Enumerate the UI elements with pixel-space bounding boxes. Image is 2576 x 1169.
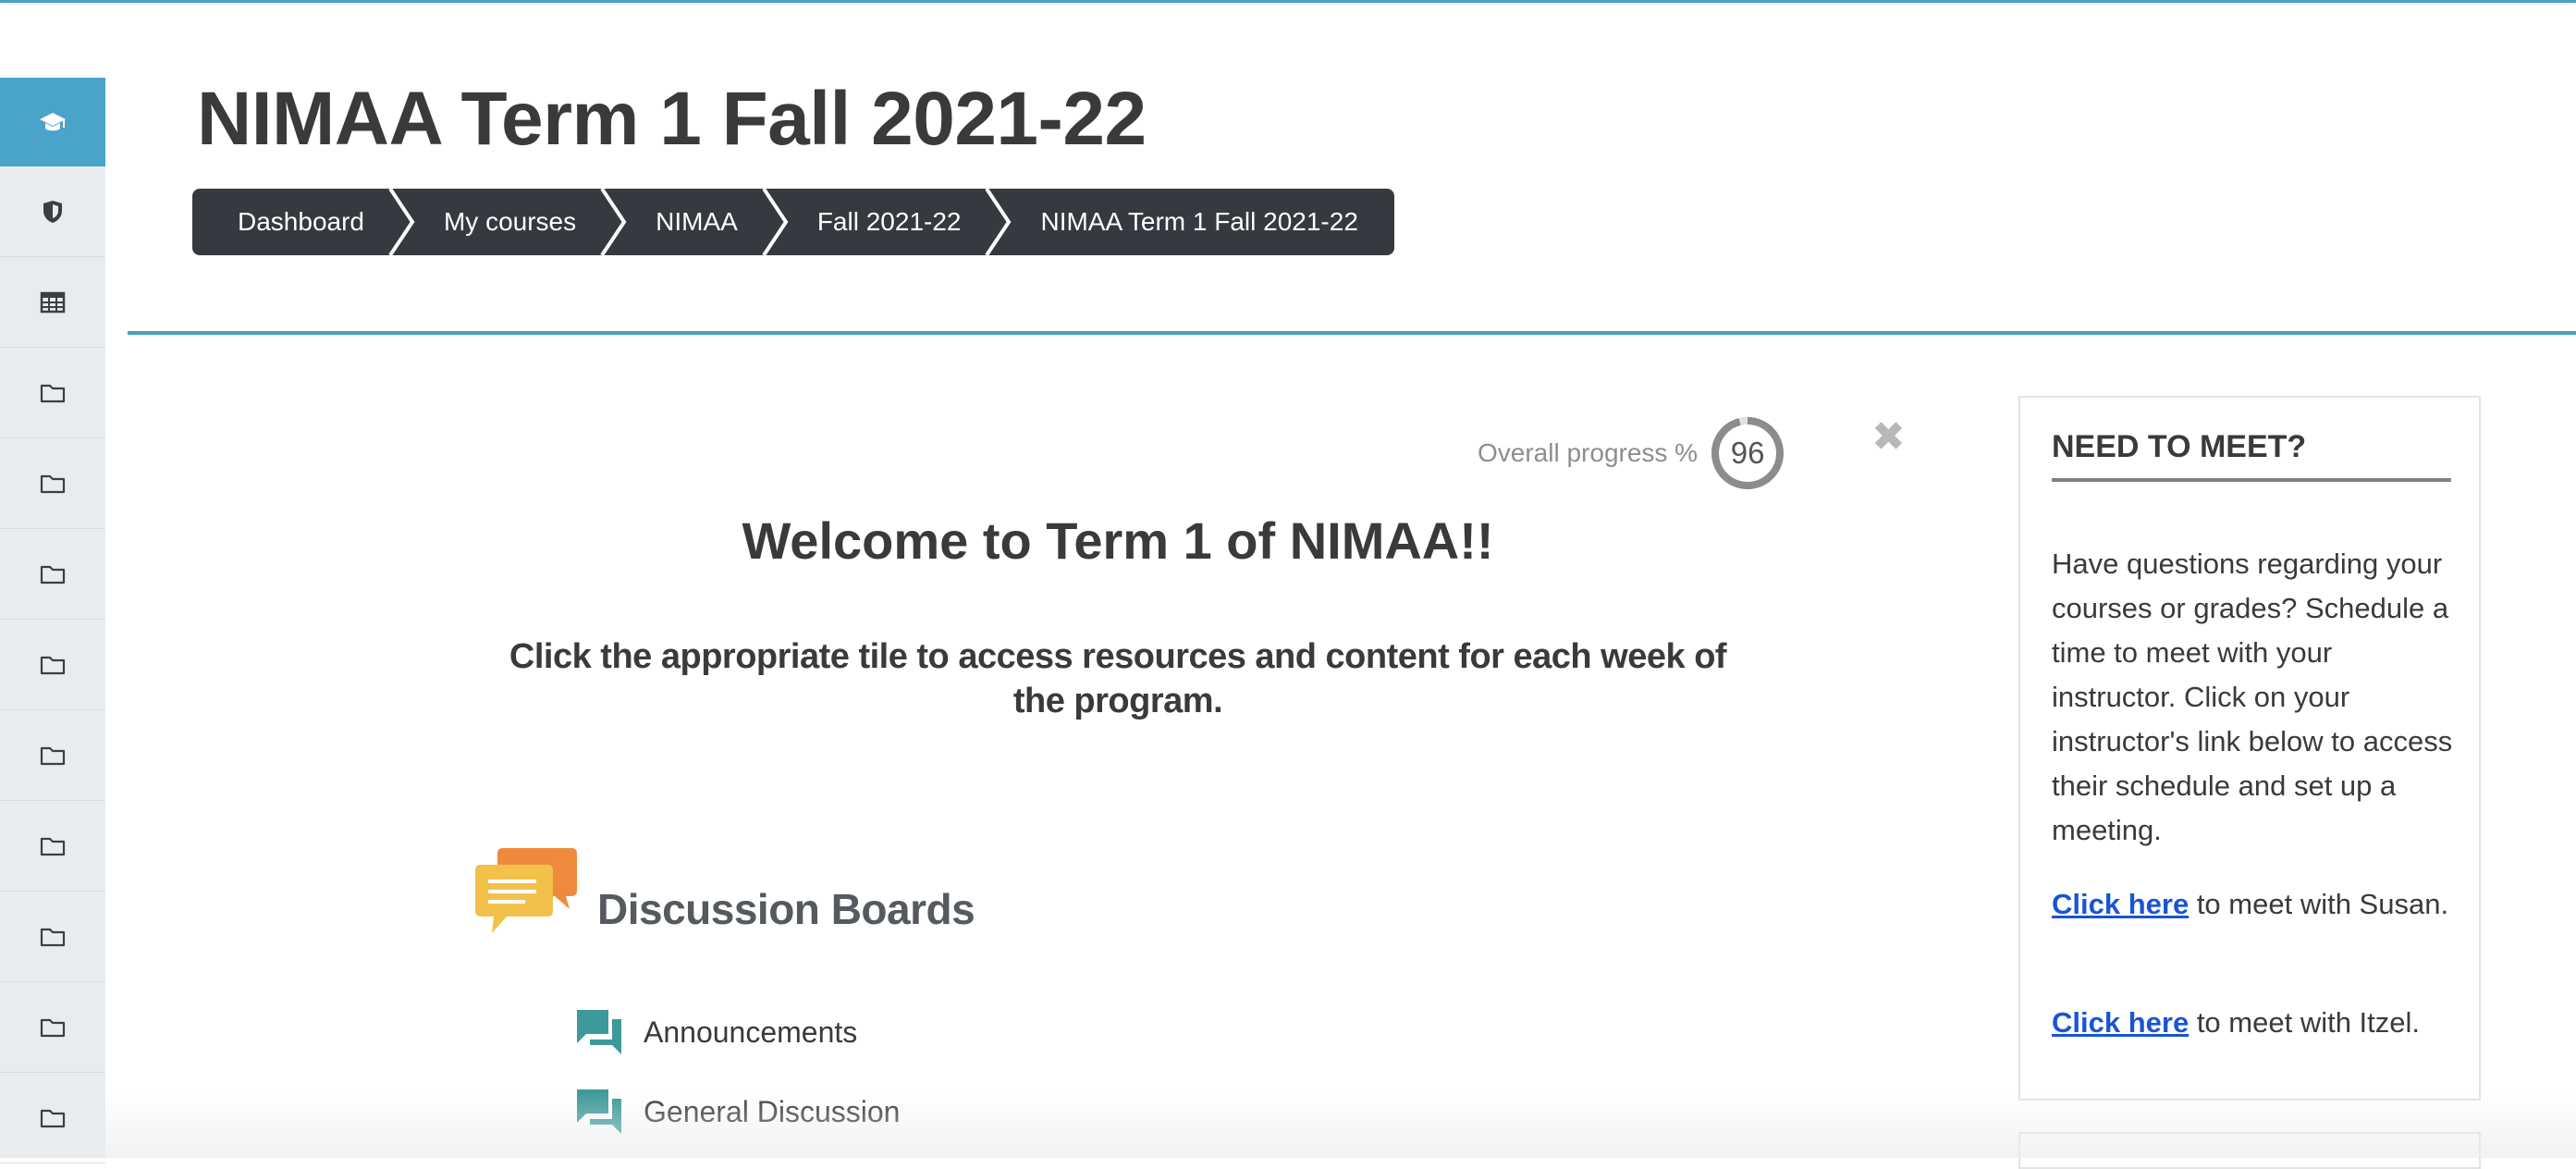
activity-label: Announcements xyxy=(644,1015,858,1049)
activity-label: General Discussion xyxy=(644,1094,901,1128)
sidebar-item-section-8[interactable] xyxy=(0,982,105,1073)
breadcrumb: Dashboard My courses NIMAA Fall 2021-22 … xyxy=(192,189,1394,255)
breadcrumb-my-courses[interactable]: My courses xyxy=(399,189,611,255)
sidebar-item-course-home[interactable] xyxy=(0,78,105,166)
top-accent-line xyxy=(0,0,2576,3)
activity-announcements[interactable]: Announcements xyxy=(573,1006,857,1058)
meet-itzel-line: Click here to meet with Itzel. xyxy=(2052,1001,2459,1045)
header-divider xyxy=(128,331,2576,335)
overall-progress: Overall progress % 96 xyxy=(1478,416,1785,490)
sidebar-item-section-7[interactable] xyxy=(0,892,105,982)
sidebar-item-section-6[interactable] xyxy=(0,801,105,892)
shield-icon xyxy=(43,200,62,223)
sidebar-item-grades[interactable] xyxy=(0,257,105,348)
block-description: Have questions regarding your courses or… xyxy=(2052,548,2453,846)
sidebar-item-badges[interactable] xyxy=(0,166,105,257)
folder-icon xyxy=(40,746,66,765)
folder-icon xyxy=(40,656,66,674)
page-title: NIMAA Term 1 Fall 2021-22 xyxy=(197,77,1147,161)
activity-general-discussion[interactable]: General Discussion xyxy=(573,1086,900,1138)
course-index-sidebar xyxy=(0,78,105,1163)
breadcrumb-current-course[interactable]: NIMAA Term 1 Fall 2021-22 xyxy=(996,189,1393,255)
meet-susan-text: to meet with Susan. xyxy=(2189,888,2449,920)
table-icon xyxy=(40,291,66,313)
section-title-discussion-boards: Discussion Boards xyxy=(597,885,975,933)
forum-icon xyxy=(577,1089,621,1134)
folder-icon xyxy=(40,837,66,855)
folder-icon xyxy=(40,1109,66,1127)
block-title: NEED TO MEET? xyxy=(2052,429,2451,482)
breadcrumb-fall-2021-22[interactable]: Fall 2021-22 xyxy=(773,189,997,255)
meet-itzel-text: to meet with Itzel. xyxy=(2189,1006,2421,1039)
folder-icon xyxy=(40,384,66,402)
progress-label: Overall progress % xyxy=(1478,438,1699,467)
meet-susan-link[interactable]: Click here xyxy=(2052,888,2189,920)
welcome-heading: Welcome to Term 1 of NIMAA!! xyxy=(742,511,1494,570)
folder-icon xyxy=(40,474,66,493)
folder-icon xyxy=(40,565,66,584)
progress-value: 96 xyxy=(1730,436,1765,470)
need-to-meet-block: NEED TO MEET? Have questions regarding y… xyxy=(2018,396,2481,1101)
close-icon[interactable]: ✖ xyxy=(1871,417,1906,458)
sidebar-item-section-4[interactable] xyxy=(0,620,105,710)
breadcrumb-dashboard[interactable]: Dashboard xyxy=(192,189,399,255)
folder-icon xyxy=(40,1018,66,1037)
sidebar-item-section-5[interactable] xyxy=(0,710,105,801)
meet-itzel-link[interactable]: Click here xyxy=(2052,1006,2189,1039)
meet-susan-line: Click here to meet with Susan. xyxy=(2052,882,2459,927)
graduation-cap-icon xyxy=(40,113,66,131)
instructions-text: Click the appropriate tile to access res… xyxy=(509,637,1727,720)
sidebar-item-section-2[interactable] xyxy=(0,438,105,529)
next-block xyxy=(2018,1132,2481,1169)
sidebar-item-section-9[interactable] xyxy=(0,1073,105,1163)
sidebar-item-section-1[interactable] xyxy=(0,348,105,438)
forum-icon xyxy=(577,1010,621,1054)
progress-ring: 96 xyxy=(1711,416,1785,490)
folder-icon xyxy=(40,928,66,946)
sidebar-item-section-3[interactable] xyxy=(0,529,105,620)
chat-bubbles-icon xyxy=(475,848,577,933)
breadcrumb-nimaa[interactable]: NIMAA xyxy=(611,189,773,255)
